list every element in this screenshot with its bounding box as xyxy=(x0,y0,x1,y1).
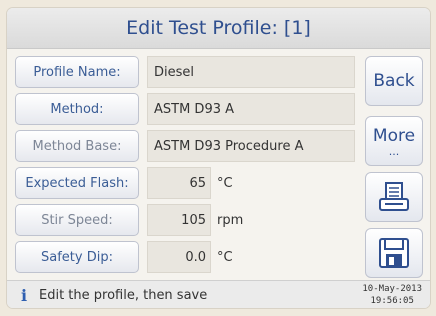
printer-icon xyxy=(379,182,409,211)
status-bar: i Edit the profile, then save 10-May-201… xyxy=(7,280,430,308)
back-label: Back xyxy=(373,71,415,91)
safety-dip-field[interactable]: 0.0 xyxy=(147,241,211,273)
expected-flash-button[interactable]: Expected Flash: xyxy=(15,167,139,199)
floppy-disk-icon xyxy=(379,238,409,268)
profile-name-button[interactable]: Profile Name: xyxy=(15,56,139,88)
method-base-button: Method Base: xyxy=(15,130,139,162)
method-field[interactable]: ASTM D93 A xyxy=(147,93,355,125)
back-button[interactable]: Back xyxy=(365,56,423,106)
status-date: 10-May-2013 xyxy=(362,284,422,294)
info-icon: i xyxy=(20,285,28,305)
print-button[interactable] xyxy=(365,172,423,222)
status-time: 19:56:05 xyxy=(370,296,414,306)
stir-speed-button[interactable]: Stir Speed: xyxy=(15,204,139,236)
more-button[interactable]: More ... xyxy=(365,116,423,166)
page-title: Edit Test Profile: [1] xyxy=(7,8,430,49)
safety-dip-button[interactable]: Safety Dip: xyxy=(15,241,139,273)
more-dots: ... xyxy=(388,145,400,158)
method-base-field: ASTM D93 Procedure A xyxy=(147,130,355,162)
method-button[interactable]: Method: xyxy=(15,93,139,125)
device-screen: Edit Test Profile: [1] Profile Name: Die… xyxy=(7,8,430,308)
profile-name-field[interactable]: Diesel xyxy=(147,56,355,88)
datetime: 10-May-2013 19:56:05 xyxy=(362,283,422,307)
more-label: More xyxy=(372,126,416,146)
stir-speed-unit: rpm xyxy=(217,212,244,228)
status-message: Edit the profile, then save xyxy=(39,287,208,303)
expected-flash-unit: °C xyxy=(217,175,233,191)
expected-flash-field[interactable]: 65 xyxy=(147,167,211,199)
stir-speed-field[interactable]: 105 xyxy=(147,204,211,236)
safety-dip-unit: °C xyxy=(217,249,233,265)
save-button[interactable] xyxy=(365,228,423,278)
